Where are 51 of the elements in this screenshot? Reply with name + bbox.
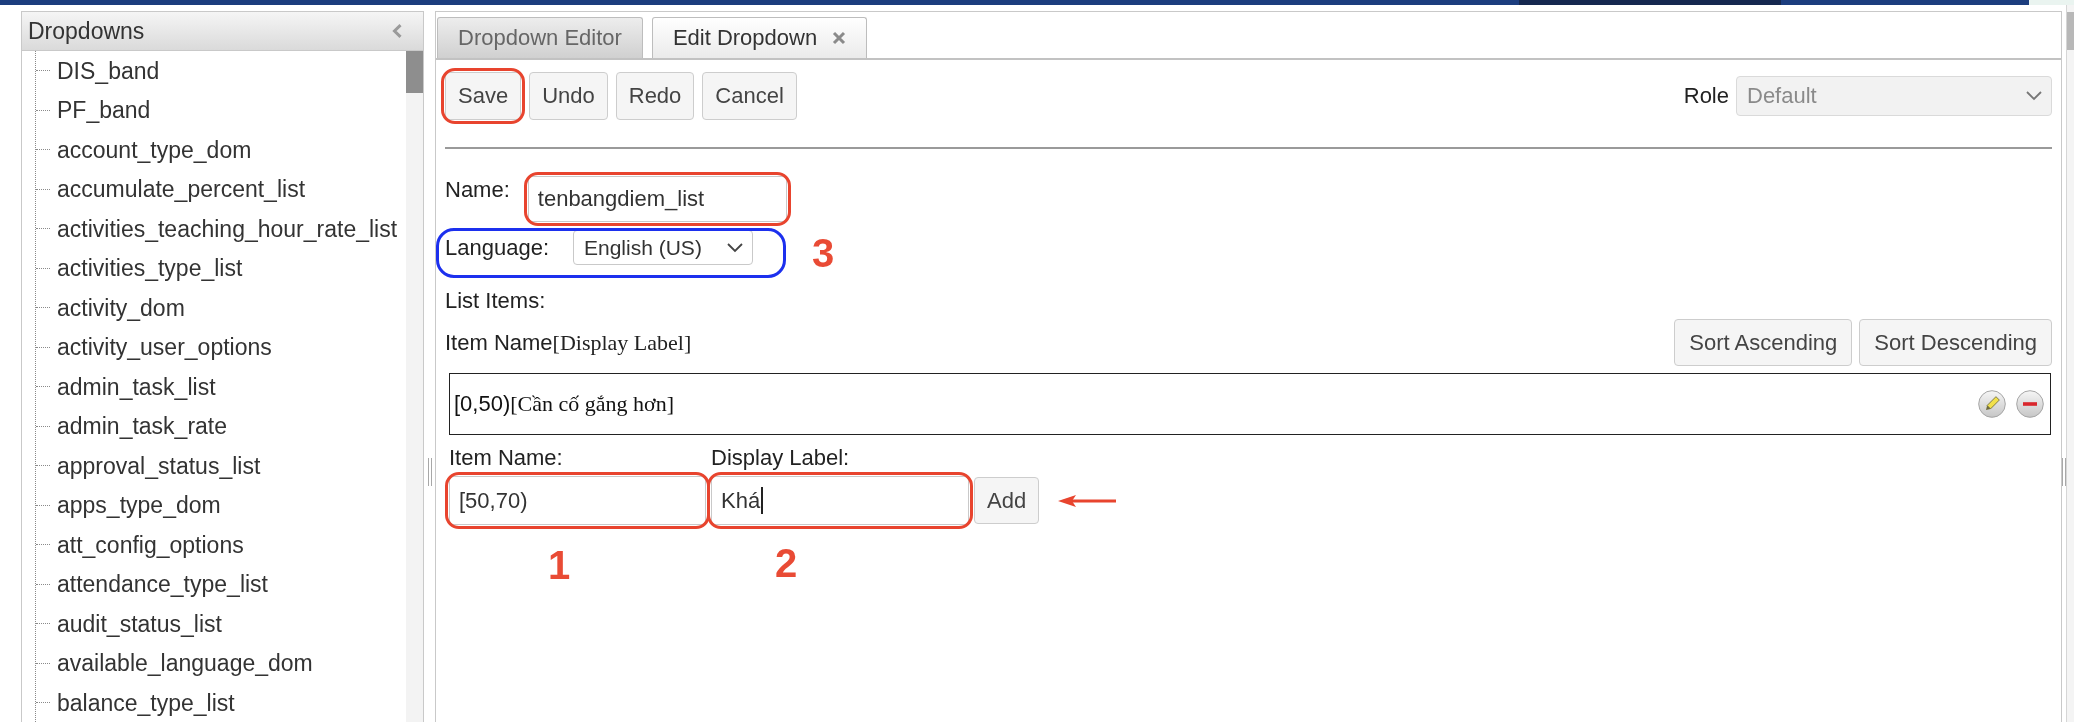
pencil-icon[interactable] — [1978, 390, 2006, 418]
collapse-chevron-icon[interactable] — [392, 24, 402, 38]
splitter-handle[interactable] — [427, 458, 432, 486]
name-input[interactable]: tenbangdiem_list — [527, 176, 787, 222]
tree-item[interactable]: admin_task_rate — [57, 412, 228, 441]
tree-item[interactable]: attendance_type_list — [57, 570, 268, 599]
tree-item[interactable]: activity_dom — [57, 293, 185, 322]
add-button[interactable]: Add — [974, 477, 1040, 524]
toolbar-button[interactable]: Save — [445, 72, 522, 120]
tree-item[interactable]: activity_user_options — [57, 333, 272, 362]
sort-button[interactable]: Sort Ascending — [1674, 319, 1853, 366]
display-label-label: Display Label: — [711, 445, 850, 471]
chevron-down-icon — [2026, 91, 2042, 101]
minus-icon[interactable] — [2016, 390, 2044, 418]
language-label: Language: — [445, 234, 549, 261]
language-select[interactable]: English (US) — [573, 230, 753, 265]
item-name-label: Item Name: — [449, 445, 563, 471]
list-column-caption: Item Name[Display Label] — [445, 329, 692, 356]
sidebar-title: Dropdowns — [28, 17, 145, 45]
tree-item[interactable]: activities_type_list — [57, 254, 243, 283]
list-item[interactable]: [0,50)[Cần cố gắng hơn] — [454, 391, 675, 417]
role-label: Role — [1683, 83, 1729, 109]
tab[interactable]: Edit Dropdown — [651, 17, 868, 58]
tree-item[interactable]: PF_band — [57, 96, 151, 125]
sort-button[interactable]: Sort Descending — [1859, 319, 2052, 366]
tree-item[interactable]: DIS_band — [57, 56, 160, 85]
tree-item[interactable]: balance_type_list — [57, 688, 235, 717]
list-items-label: List Items: — [445, 288, 547, 314]
scrollbar-thumb[interactable] — [406, 51, 423, 93]
callout-number: 2 — [775, 541, 798, 585]
close-icon[interactable] — [832, 31, 847, 45]
tree-item[interactable]: accumulate_percent_list — [57, 175, 306, 204]
toolbar-button[interactable]: Redo — [615, 72, 695, 120]
tree-item[interactable]: admin_task_list — [57, 372, 216, 401]
tree-item[interactable]: approval_status_list — [57, 451, 261, 480]
tree-item[interactable]: available_language_dom — [57, 649, 313, 678]
tree-item[interactable]: audit_status_list — [57, 609, 222, 638]
toolbar-button[interactable]: Undo — [529, 72, 608, 120]
item-name-input[interactable]: [50,70) — [449, 476, 706, 525]
tree-item[interactable]: account_type_dom — [57, 135, 252, 164]
callout-number: 1 — [548, 543, 571, 587]
chevron-down-icon — [727, 242, 743, 253]
tree-item[interactable]: activities_teaching_hour_rate_list — [57, 214, 398, 243]
toolbar-button[interactable]: Cancel — [702, 72, 797, 120]
name-label: Name: — [445, 176, 510, 203]
tree-item[interactable]: apps_type_dom — [57, 491, 221, 520]
scrollbar-thumb[interactable] — [2067, 12, 2074, 50]
display-label-input[interactable]: Khá — [711, 476, 969, 525]
tab[interactable]: Dropdown Editor — [437, 17, 643, 58]
tree-item[interactable]: att_config_options — [57, 530, 244, 559]
callout-number: 3 — [812, 231, 835, 275]
